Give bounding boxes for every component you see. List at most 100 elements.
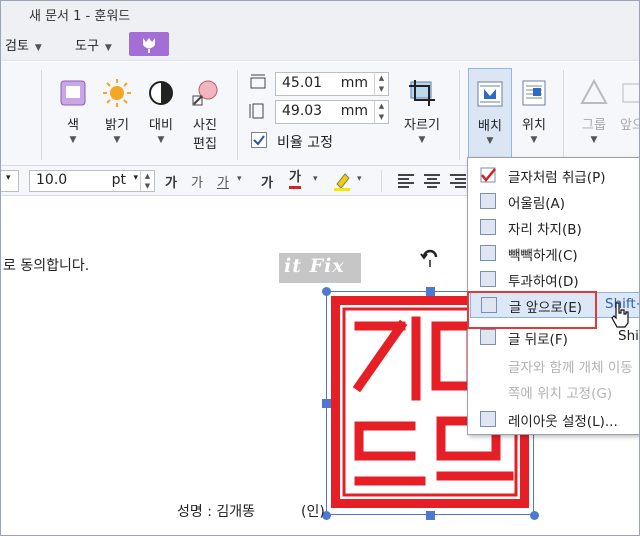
font-dropdown[interactable]: ▾ <box>1 170 19 192</box>
contrast-label: 대비 <box>149 118 173 133</box>
chevron-down-icon: ▼ <box>486 136 494 146</box>
width-stepper[interactable]: ▲ ▼ <box>374 73 388 95</box>
height-input[interactable]: 49.03 mm ▲ ▼ <box>275 100 389 124</box>
font-size-value: 10.0 <box>36 172 68 188</box>
menu-item-label: 글 뒤로(F) <box>508 332 568 348</box>
tight-wrap-icon <box>480 245 496 261</box>
width-input[interactable]: 45.01 mm ▲ ▼ <box>275 72 389 96</box>
chevron-down-icon: ▾ <box>133 173 138 183</box>
chevron-down-icon: ▾ <box>313 174 318 184</box>
menu-item-top-bottom[interactable]: 자리 차지(B) <box>468 214 639 240</box>
font-size-up-button[interactable]: 가 <box>165 172 177 191</box>
contrast-button[interactable]: 대비 ▼ <box>141 78 181 145</box>
height-unit: mm <box>340 103 368 119</box>
square-wrap-icon <box>480 193 496 209</box>
resize-handle-top[interactable] <box>426 287 435 296</box>
chevron-down-icon: ▼ <box>590 135 598 145</box>
height-value: 49.03 <box>282 103 323 119</box>
align-center-icon[interactable] <box>423 172 441 190</box>
sun-icon <box>102 78 132 108</box>
color-button[interactable]: 색 ▼ <box>53 78 93 145</box>
ribbon-separator <box>41 70 42 160</box>
menu-item-label: 레이아웃 설정(L)... <box>508 414 618 430</box>
width-unit: mm <box>340 75 368 91</box>
format-separator <box>381 170 382 192</box>
photo-edit-icon <box>190 78 220 108</box>
chevron-down-icon: ▾ <box>237 174 242 184</box>
window-title: 새 문서 1 - 훈워드 <box>29 9 131 24</box>
position-button[interactable]: 위치 ▼ <box>513 78 555 145</box>
menu-tools[interactable]: 도구 ▼ <box>75 35 112 54</box>
resize-handle-left[interactable] <box>322 399 331 408</box>
watermark-box: it Fix <box>279 253 361 283</box>
contrast-icon <box>146 78 176 108</box>
align-right-icon[interactable] <box>449 172 467 190</box>
chevron-down-icon: ▼ <box>157 135 165 145</box>
chevron-down-icon: ▼ <box>104 43 112 53</box>
menu-item-treat-as-char[interactable]: 글자처럼 취급(P) <box>468 162 639 188</box>
crop-label: 자르기 <box>404 118 440 133</box>
brightness-button[interactable]: 밝기 ▼ <box>97 78 137 145</box>
plugin-button[interactable] <box>129 32 169 56</box>
menu-item-shortcut: Shi <box>618 328 639 344</box>
aspect-lock-label: 비율 고정 <box>277 135 333 151</box>
ribbon-separator <box>459 70 460 160</box>
position-icon <box>519 78 549 108</box>
crop-button[interactable]: 자르기 ▼ <box>397 78 447 145</box>
font-size-down-button[interactable]: 가 <box>191 172 203 191</box>
height-icon <box>249 103 264 119</box>
menu-item-label: 투과하여(D) <box>508 274 579 290</box>
menu-bar: 검토 ▼ 도구 ▼ <box>1 27 639 61</box>
top-bottom-icon <box>480 219 496 235</box>
hand-cursor-icon <box>611 302 629 328</box>
font-size-stepper[interactable]: ▲ ▼ <box>140 171 154 191</box>
chevron-down-icon: ▼ <box>113 135 121 145</box>
photo-edit-button[interactable]: 사진 편집 <box>185 78 225 152</box>
height-stepper[interactable]: ▲ ▼ <box>374 101 388 123</box>
char-spacing-button[interactable]: 가 <box>261 172 273 191</box>
rotate-handle-icon[interactable] <box>419 245 441 267</box>
aspect-lock-checkbox[interactable] <box>251 132 267 148</box>
font-size-input[interactable]: 10.0 pt ▾ ▲ ▼ <box>29 170 155 192</box>
position-label: 위치 <box>522 118 546 133</box>
photo-edit-label-1: 사진 <box>193 118 217 133</box>
resize-handle-bottom-right[interactable] <box>530 511 539 520</box>
group-icon <box>579 78 609 108</box>
menu-item-tight[interactable]: 빽빽하게(C) <box>468 240 639 266</box>
group-button[interactable]: 그룹 ▼ <box>573 78 615 145</box>
bring-front-button[interactable]: 앞으 <box>617 78 639 133</box>
highlight-annotation-box <box>467 291 597 329</box>
chevron-down-icon: ▼ <box>418 135 426 145</box>
crop-icon <box>407 78 437 108</box>
width-icon <box>250 74 266 89</box>
menu-item-square-wrap[interactable]: 어울림(A) <box>468 188 639 214</box>
chevron-down-icon: ▼ <box>69 135 77 145</box>
resize-handle-bottom[interactable] <box>426 511 435 520</box>
watermark-text: it Fix <box>284 255 345 277</box>
font-color-button[interactable]: 가 <box>289 170 301 189</box>
signature-text: 성명 : 김개똥 <box>177 504 256 520</box>
align-left-icon[interactable] <box>397 172 415 190</box>
font-style-button[interactable]: 가 <box>217 172 229 191</box>
brightness-label: 밝기 <box>105 118 129 133</box>
menu-review[interactable]: 검토 ▼ <box>5 35 42 54</box>
menu-item-through[interactable]: 투과하여(D) <box>468 266 639 292</box>
highlight-icon[interactable] <box>331 170 353 192</box>
menu-item-layout-settings[interactable]: 레이아웃 설정(L)... <box>468 406 639 432</box>
color-icon <box>58 78 88 108</box>
title-bar: 새 문서 1 - 훈워드 <box>1 1 639 27</box>
menu-item-move-with-text[interactable]: 글자와 함께 개체 이동 <box>468 352 639 378</box>
ribbon-separator <box>237 70 238 160</box>
seal-mark-text: (인) <box>301 504 325 520</box>
chevron-down-icon: ▾ <box>6 173 11 183</box>
resize-handle-top-left[interactable] <box>322 287 331 296</box>
photo-edit-label-2: 편집 <box>193 137 217 152</box>
menu-item-fix-on-page[interactable]: 쪽에 위치 고정(G) <box>468 378 639 404</box>
tulip-icon <box>143 38 155 53</box>
chevron-down-icon: ▾ <box>357 174 362 184</box>
width-value: 45.01 <box>282 75 323 91</box>
menu-item-label: 글자처럼 취급(P) <box>508 170 606 186</box>
arrange-button[interactable]: 배치 ▼ <box>468 68 512 160</box>
through-wrap-icon <box>480 271 496 287</box>
arrange-label: 배치 <box>478 119 502 134</box>
